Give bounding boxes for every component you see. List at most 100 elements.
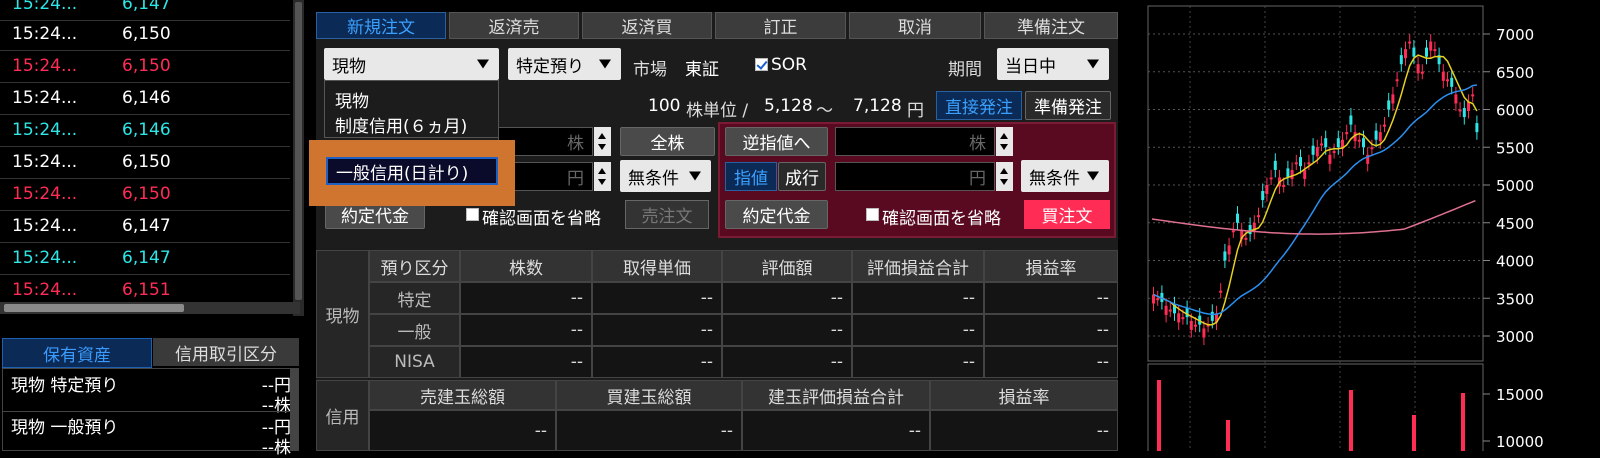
price-range-high: 7,128 (853, 96, 902, 116)
tab-modify[interactable]: 訂正 (715, 12, 846, 39)
candle-body (1177, 313, 1181, 323)
table-cell: -- (930, 410, 1118, 451)
table-cell: -- (852, 314, 984, 346)
candle-body (1320, 143, 1323, 146)
account-type-select[interactable]: 現物 (324, 48, 499, 80)
sell-shares-stepper[interactable] (594, 127, 611, 156)
tab-repay-sell[interactable]: 返済売 (449, 12, 579, 39)
candle-body (1399, 55, 1403, 65)
direct-order-button[interactable]: 直接発注 (936, 91, 1022, 120)
stop-order-button[interactable]: 逆指値へ (725, 127, 828, 156)
sell-skip-confirm-checkbox[interactable] (466, 208, 479, 221)
tick-row: 15:24... 6,150 (0, 178, 290, 211)
volume-tick-label: 10000 (1496, 433, 1544, 451)
tab-prepared-order[interactable]: 準備注文 (984, 12, 1118, 39)
buy-shares-stepper[interactable] (996, 127, 1013, 156)
sell-order-button[interactable]: 売注文 (625, 200, 709, 229)
tick-list: 15:24... 6,147 15:24... 6,150 15:24... 6,150 1… (0, 0, 304, 316)
asset-scrollbar[interactable] (290, 368, 299, 451)
tab-new-order[interactable]: 新規注文 (316, 12, 446, 39)
prepare-order-button[interactable]: 準備発注 (1025, 91, 1111, 120)
buy-contract-amount-button[interactable]: 約定代金 (725, 200, 828, 229)
tick-price: 6,150 (122, 184, 171, 204)
price-tick-label: 6000 (1496, 102, 1534, 120)
candle-body (1307, 162, 1311, 165)
account-type-dropdown: 現物 制度信用(６ヵ月) (324, 80, 499, 138)
candle-body (1152, 294, 1155, 304)
candle-body (1189, 320, 1193, 330)
table-cell: -- (852, 346, 984, 378)
table-cell: -- (852, 282, 984, 314)
candle-body (1446, 79, 1449, 82)
price-range-low: 5,128 (764, 96, 813, 116)
chevron-down-icon (599, 59, 611, 69)
table-cell: -- (984, 282, 1118, 314)
buy-condition-select[interactable]: 無条件 (1021, 160, 1109, 192)
candle-body (1404, 49, 1407, 59)
candle-body (1408, 41, 1412, 44)
candle-body (1420, 71, 1424, 74)
candle-body (1391, 94, 1395, 104)
sell-price-stepper[interactable] (594, 162, 611, 191)
candle-body (1332, 151, 1336, 154)
candle-body (1370, 147, 1374, 150)
table-cell: -- (556, 410, 742, 451)
market-order-button[interactable]: 成行 (778, 162, 826, 191)
volume-bar (1226, 420, 1230, 451)
buy-order-button[interactable]: 買注文 (1024, 200, 1110, 229)
column-header: 建玉評価損益合計 (742, 380, 930, 410)
price-tick-label: 3000 (1496, 328, 1534, 346)
candle-body (1315, 147, 1319, 157)
tick-price: 6,150 (122, 56, 171, 76)
order-tabs: 新規注文 返済売 返済買 訂正 取消 準備注文 (316, 12, 1118, 39)
tick-vertical-scrollbar[interactable] (293, 0, 304, 316)
all-shares-button[interactable]: 全株 (620, 127, 715, 156)
dropdown-option-cash[interactable]: 現物 (335, 87, 369, 112)
price-tick-label: 7000 (1496, 26, 1534, 44)
tab-repay-buy[interactable]: 返済買 (582, 12, 712, 39)
sell-condition-select[interactable]: 無条件 (620, 160, 711, 192)
candle-body (1362, 138, 1365, 148)
tick-price: 6,150 (122, 152, 171, 172)
period-select[interactable]: 当日中 (997, 48, 1109, 80)
price-chart: 7000 6500 6000 5500 5000 4500 4000 3500 3000 1500… (1130, 0, 1600, 451)
column-header: 取得単価 (592, 250, 722, 282)
volume-tick-label: 15000 (1496, 386, 1544, 404)
tick-horizontal-scrollbar[interactable] (0, 302, 300, 314)
buy-price-stepper[interactable] (996, 162, 1013, 191)
tab-cancel[interactable]: 取消 (849, 12, 981, 39)
table-cell: -- (592, 282, 722, 314)
buy-shares-input[interactable]: 株 (835, 127, 995, 156)
tick-price: 6,151 (122, 280, 171, 300)
candle-body (1219, 290, 1223, 293)
column-header: 売建玉総額 (369, 380, 556, 410)
candle-body (1441, 71, 1445, 81)
tick-time: 15:24... (12, 88, 78, 108)
sor-checkbox[interactable] (755, 58, 768, 71)
price-tick-label: 3500 (1496, 290, 1534, 308)
candle-body (1185, 308, 1189, 318)
table-cell: -- (460, 282, 592, 314)
buy-skip-confirm-checkbox[interactable] (866, 208, 879, 221)
custody-select[interactable]: 特定預り (508, 48, 621, 80)
asset-list: 現物 特定預り --円 --株 現物 一般預り --円 --株 (2, 368, 298, 458)
limit-order-button[interactable]: 指値 (725, 162, 777, 191)
tick-row: 15:24... 6,146 (0, 114, 290, 147)
dropdown-option-margin-6m[interactable]: 制度信用(６ヵ月) (335, 112, 467, 137)
tab-holdings[interactable]: 保有資産 (2, 338, 152, 368)
buy-price-input[interactable]: 円 (835, 162, 995, 191)
chevron-down-icon (689, 171, 701, 181)
column-header: 評価額 (722, 250, 852, 282)
candle-body (1395, 79, 1399, 82)
table-cell: -- (984, 314, 1118, 346)
dropdown-option-margin-daytrade[interactable]: 一般信用(日計り) (326, 157, 498, 185)
market-value: 東証 (685, 60, 719, 80)
candle-body (1257, 215, 1260, 218)
row-kind: NISA (369, 346, 460, 378)
candle-body (1231, 230, 1235, 233)
tick-price: 6,147 (122, 248, 171, 268)
tab-credit-category[interactable]: 信用取引区分 (153, 338, 299, 366)
candle-body (1475, 123, 1479, 133)
tick-time: 15:24... (12, 280, 78, 300)
table-cell: -- (722, 282, 852, 314)
